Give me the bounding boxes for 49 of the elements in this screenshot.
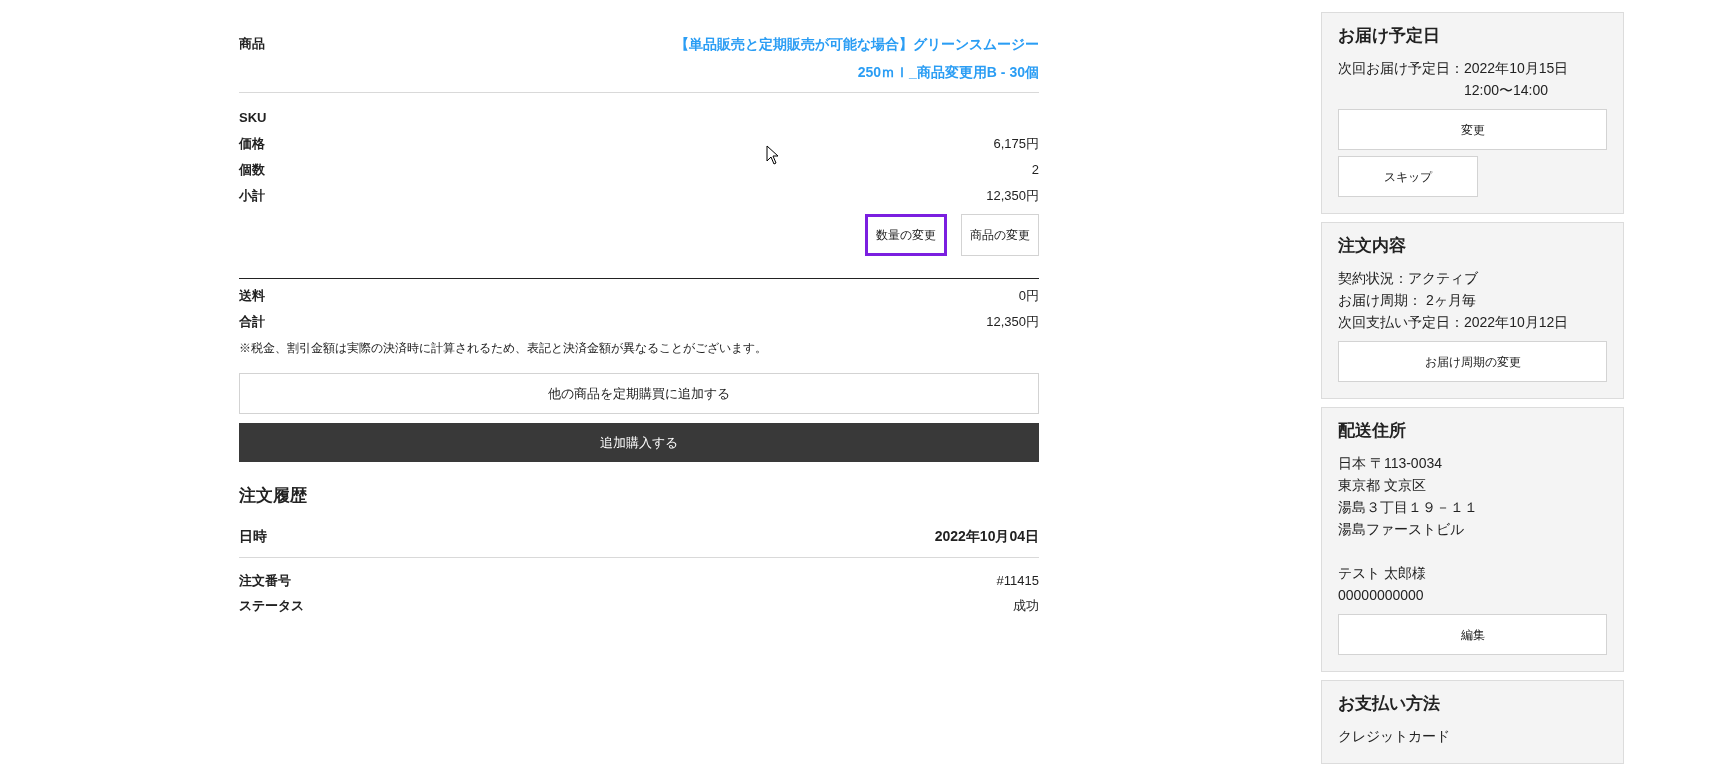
card-title: 配送住所 [1338,420,1407,442]
detail-label: SKU [239,109,267,128]
info-label: お届け周期： [1338,291,1422,310]
info-value: 2022年10月15日 [1464,59,1569,78]
address-line: テスト 太郎様 [1338,564,1427,583]
sidebar-button[interactable]: スキップ [1338,156,1478,197]
info-value: アクティブ [1408,269,1478,288]
product-label: 商品 [239,35,265,53]
total-label: 送料 [239,287,265,306]
info-label: クレジットカード [1338,727,1450,746]
total-label: 合計 [239,313,265,332]
detail-value: 6,175円 [993,135,1039,154]
history-value: 成功 [1013,596,1039,615]
detail-label: 価格 [239,135,265,154]
address-line: 湯島ファーストビル [1338,520,1465,539]
info-value: 2022年10月12日 [1464,313,1569,332]
card-title: 注文内容 [1338,235,1407,257]
tax-note: ※税金、割引金額は実際の決済時に計算されるため、表記と決済金額が異なることがございます。 [239,340,768,357]
info-time: 12:00〜14:00 [1464,81,1550,100]
info-label: 契約状況： [1338,269,1408,288]
detail-label: 個数 [239,161,265,180]
item-change-button[interactable]: 商品の変更 [961,214,1039,256]
add-product-button[interactable]: 他の商品を定期購買に追加する [239,373,1039,414]
address-line: 湯島３丁目１９－１１ [1338,498,1479,517]
address-line: 日本 〒113-0034 [1338,454,1443,473]
info-label: 次回お届け予定日： [1338,59,1464,78]
purchase-button[interactable]: 追加購入する [239,423,1039,462]
detail-value: 12,350円 [986,187,1039,206]
section-heading: 注文履歴 [239,485,308,507]
sidebar-button[interactable]: お届け周期の変更 [1338,341,1607,382]
address-line: 東京都 文京区 [1338,476,1427,495]
info-value: 2ヶ月毎 [1424,291,1476,310]
total-value: 12,350円 [986,313,1039,332]
info-label: 次回支払い予定日： [1338,313,1464,332]
history-label: 注文番号 [239,571,291,590]
date-label: 日時 [239,527,267,546]
address-line: 00000000000 [1338,586,1425,605]
history-label: ステータス [239,596,304,615]
detail-label: 小計 [239,187,265,206]
item-change-button[interactable]: 数量の変更 [865,214,947,256]
card-title: お支払い方法 [1338,693,1441,715]
detail-value: 2 [1031,161,1039,180]
order-date: 2022年10月04日 [934,527,1039,546]
cursor-icon [766,145,780,165]
history-value: #11415 [996,571,1039,590]
sidebar-button[interactable]: 変更 [1338,109,1607,150]
total-value: 0円 [1018,287,1039,306]
sidebar-button[interactable]: 編集 [1338,614,1607,655]
card-title: お届け予定日 [1338,25,1441,47]
